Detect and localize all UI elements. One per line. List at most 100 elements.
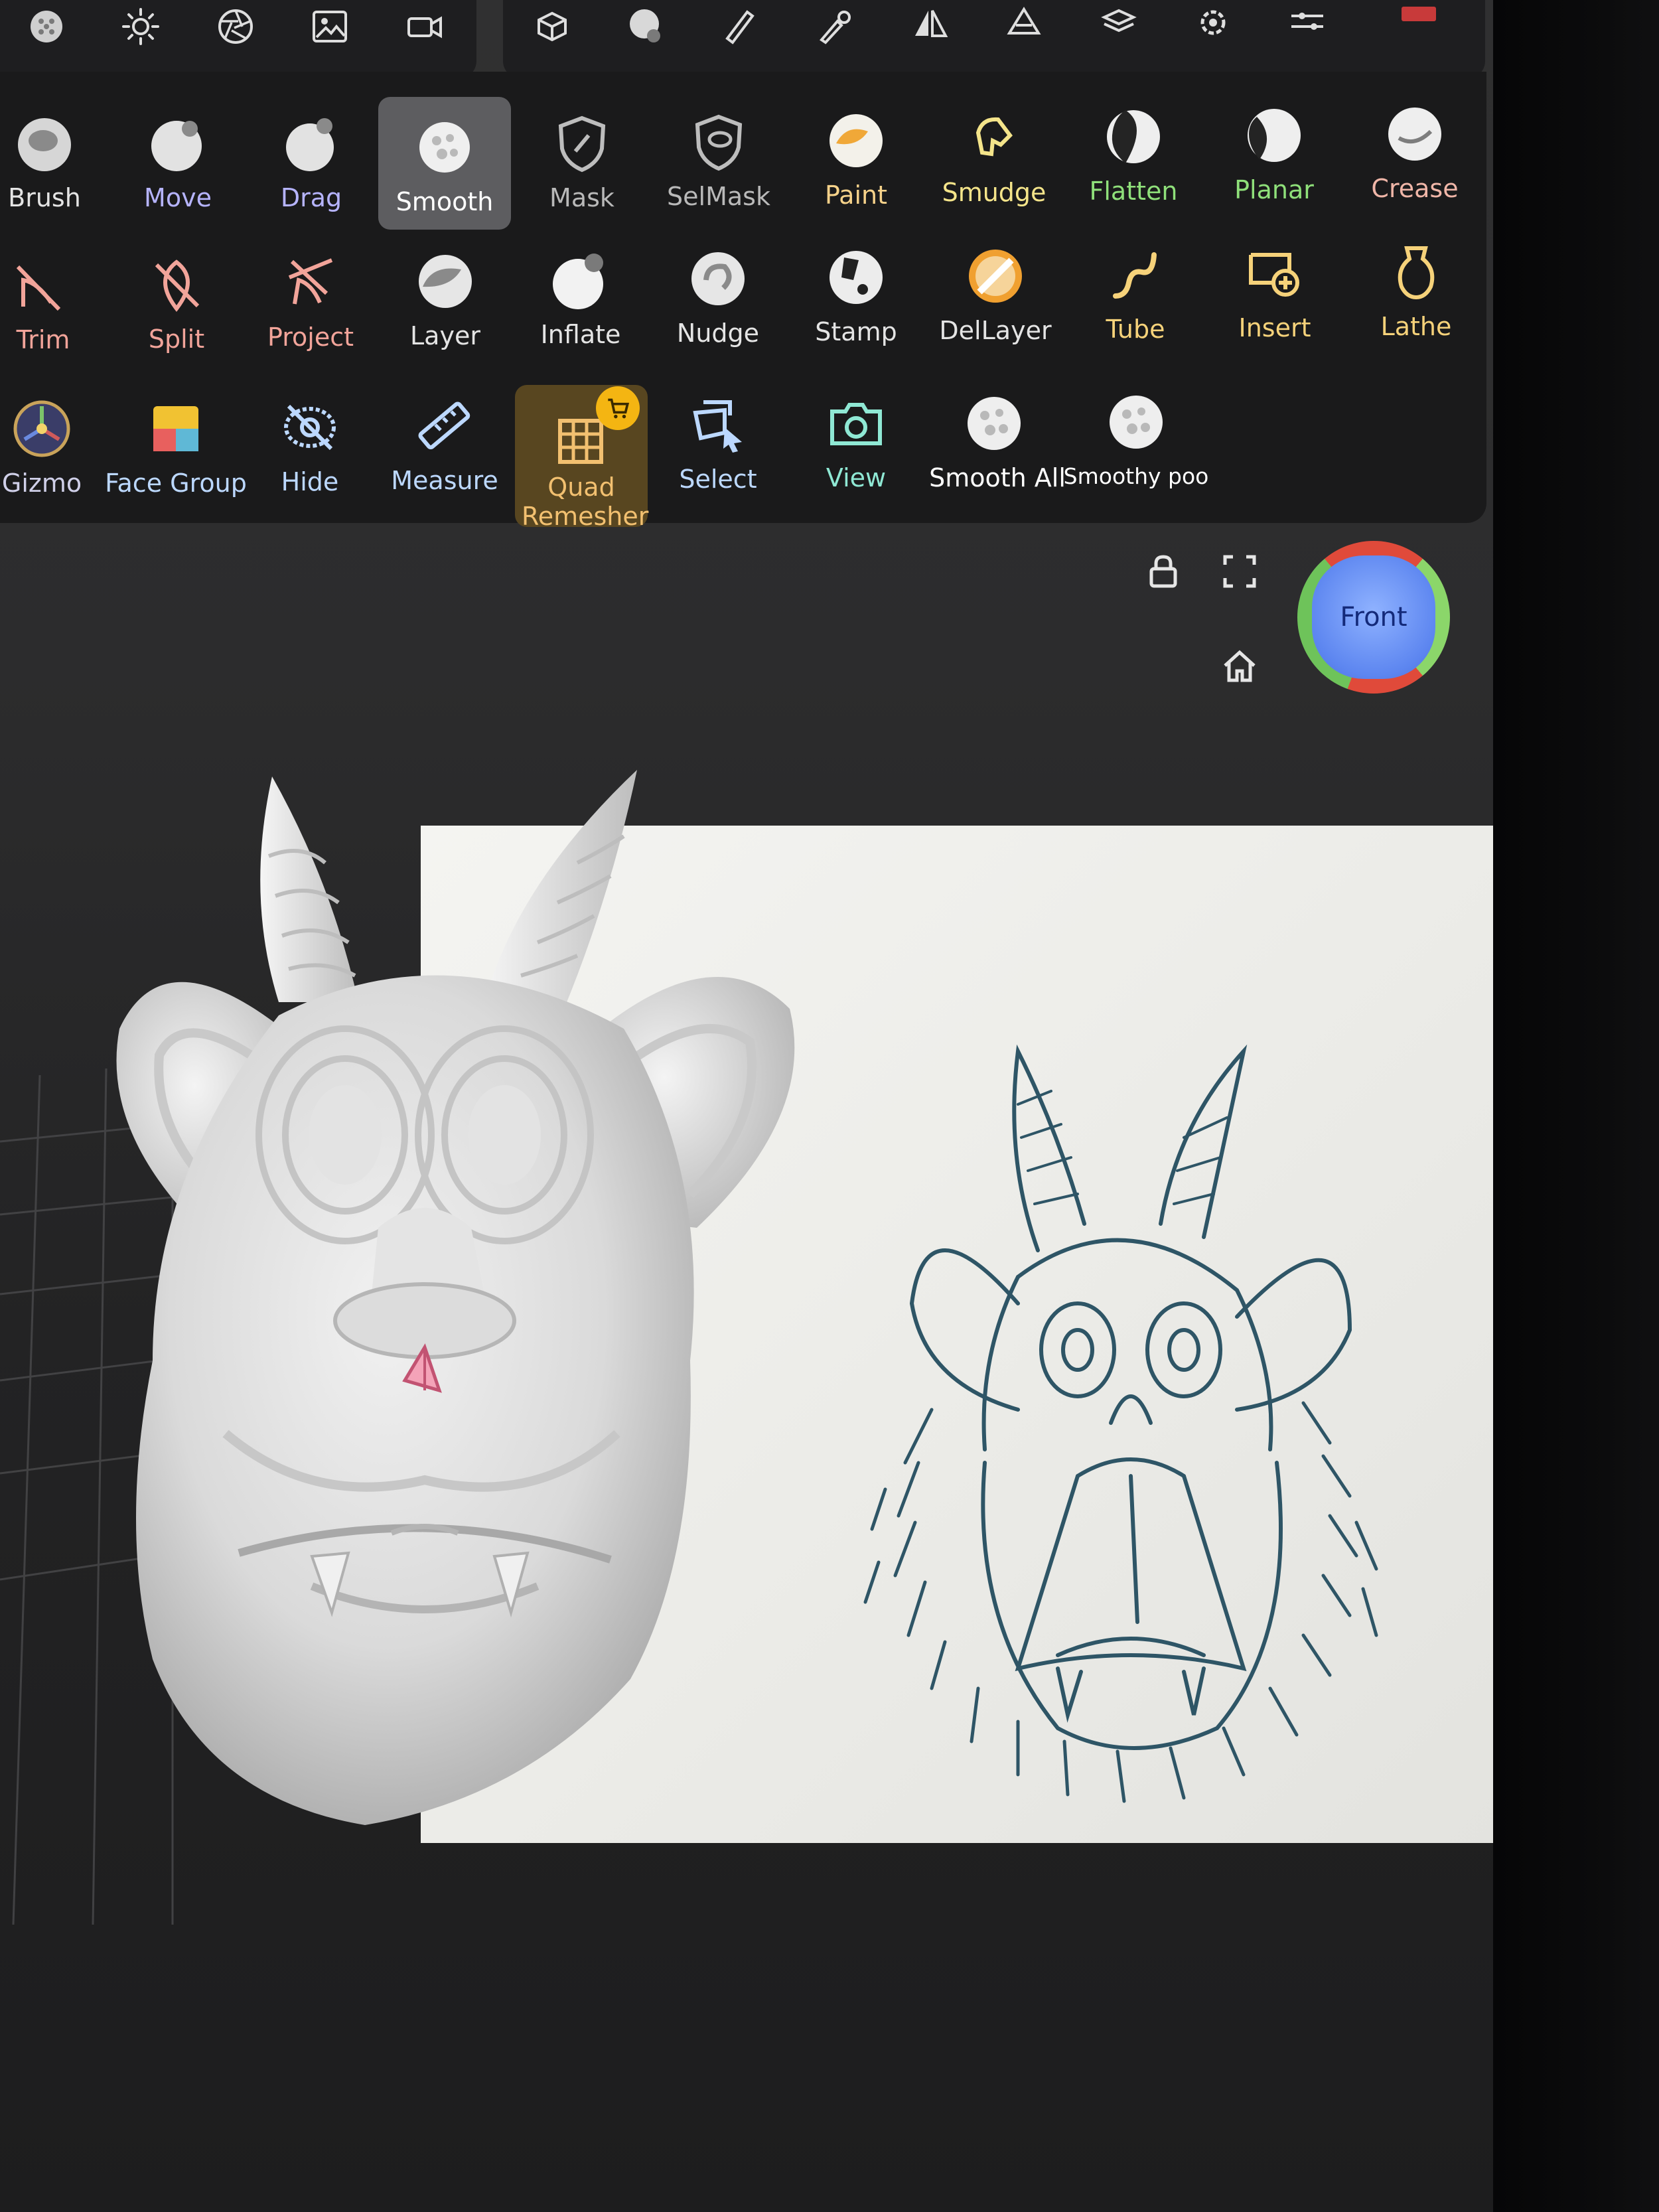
matcap-icon[interactable] (20, 0, 73, 53)
tool-layer[interactable]: Layer (379, 231, 512, 364)
drag-icon (279, 111, 343, 175)
tool-quad-remesher[interactable]: Quad Remesher (515, 385, 648, 531)
background-image-icon[interactable] (303, 0, 356, 53)
tool-label: Hide (281, 467, 339, 496)
tool-label: DelLayer (939, 316, 1052, 345)
stroke-icon[interactable] (713, 0, 766, 53)
trim-icon (11, 254, 75, 317)
tool-label: Quad Remesher (522, 473, 649, 531)
tool-label: Smudge (942, 178, 1046, 207)
top-toolbar-right (503, 0, 1485, 78)
tool-label: Lathe (1380, 312, 1452, 341)
hide-icon (278, 396, 342, 459)
lighting-icon[interactable] (114, 0, 167, 53)
tool-label: Nudge (676, 319, 760, 348)
tool-select[interactable]: Select (652, 374, 784, 507)
measure-icon (413, 394, 476, 458)
tool-palette: Brush Move Drag Smooth Mask SelMask Pain… (0, 72, 1486, 531)
tool-measure[interactable]: Measure (378, 376, 511, 508)
tool-project[interactable]: Project (244, 232, 377, 365)
tool-label: Tube (1106, 315, 1165, 344)
tool-label: Inflate (540, 320, 621, 349)
tool-dellayer[interactable]: DelLayer (929, 226, 1062, 358)
tool-smooth-all[interactable]: Smooth All (928, 373, 1066, 506)
insert-icon (1243, 242, 1307, 305)
tool-drag[interactable]: Drag (245, 93, 378, 226)
tool-label: Trim (16, 325, 70, 354)
tool-inflate[interactable]: Inflate (514, 230, 647, 362)
tool-hide[interactable]: Hide (244, 377, 376, 510)
tool-smudge[interactable]: Smudge (928, 88, 1060, 220)
tool-smooth[interactable]: Smooth (378, 97, 511, 230)
view-navigation-cube[interactable]: Front (1297, 541, 1450, 694)
brush-settings-icon[interactable] (619, 0, 672, 53)
layer-icon (413, 250, 477, 313)
flatten-icon (1102, 105, 1165, 169)
tool-label: Smoothy poo (1063, 463, 1209, 489)
primitives-icon[interactable] (526, 0, 579, 53)
aperture-icon[interactable] (209, 0, 262, 53)
tool-label: SelMask (667, 182, 770, 211)
tool-mask[interactable]: Mask (516, 93, 648, 226)
tool-brush[interactable]: Brush (0, 93, 111, 226)
tool-planar[interactable]: Planar (1208, 85, 1340, 218)
camera-icon (824, 392, 888, 455)
tool-move[interactable]: Move (111, 93, 244, 226)
top-toolbar-left (0, 0, 476, 78)
app-screen: Brush Move Drag Smooth Mask SelMask Pain… (0, 0, 1493, 2212)
symmetry-icon[interactable] (903, 0, 956, 53)
tool-insert[interactable]: Insert (1208, 223, 1341, 356)
picker-icon[interactable] (808, 0, 861, 53)
move-icon (146, 111, 210, 175)
sliders-icon[interactable] (1281, 0, 1334, 53)
smooth-all-icon (962, 392, 1026, 455)
home-icon[interactable] (1216, 642, 1263, 689)
select-icon (686, 393, 750, 457)
inflate-icon (549, 248, 613, 312)
planar-icon (1242, 104, 1306, 167)
tool-label: Project (267, 323, 354, 352)
project-icon (279, 251, 342, 315)
tool-lathe[interactable]: Lathe (1350, 222, 1482, 354)
brush-icon (13, 111, 76, 175)
tool-label: Drag (280, 183, 342, 212)
tool-trim[interactable]: Trim (0, 235, 109, 368)
device-bezel (1493, 0, 1659, 2212)
tool-split[interactable]: Split (110, 234, 243, 367)
tool-label: Move (144, 183, 212, 212)
face-group-icon (144, 397, 208, 461)
tool-flatten[interactable]: Flatten (1067, 86, 1200, 219)
lock-icon[interactable] (1140, 548, 1187, 595)
layers-icon[interactable] (1092, 0, 1145, 53)
video-camera-icon[interactable] (398, 0, 451, 53)
nudge-icon (686, 247, 750, 311)
tool-paint[interactable]: Paint (790, 90, 922, 223)
tool-label: View (826, 463, 887, 492)
paint-icon (824, 109, 888, 173)
tool-nudge[interactable]: Nudge (652, 228, 784, 361)
lathe-icon (1384, 240, 1448, 304)
tool-label: Brush (8, 183, 81, 212)
tool-tube[interactable]: Tube (1069, 224, 1202, 357)
navcube-label: Front (1340, 602, 1407, 632)
tool-stamp[interactable]: Stamp (790, 227, 922, 360)
tool-face-group[interactable]: Face Group (105, 378, 247, 511)
smooth-icon (413, 115, 476, 179)
fullscreen-icon[interactable] (1216, 548, 1263, 595)
topology-icon[interactable] (997, 0, 1050, 53)
tool-label: Stamp (815, 317, 897, 346)
tool-selmask[interactable]: SelMask (652, 92, 785, 224)
cart-badge-icon (596, 386, 640, 430)
tool-crease[interactable]: Crease (1348, 84, 1481, 216)
tool-gizmo[interactable]: Gizmo (0, 378, 108, 511)
tool-smoothy-poo[interactable]: Smoothy poo (1064, 372, 1208, 504)
menu-icon[interactable] (1392, 0, 1445, 53)
tool-label: Split (148, 325, 205, 354)
settings-gear-icon[interactable] (1187, 0, 1240, 53)
navcube-front-face[interactable]: Front (1312, 555, 1435, 679)
stamp-icon (824, 246, 888, 309)
selmask-icon (687, 110, 751, 174)
tool-view[interactable]: View (790, 373, 922, 506)
tool-label: Insert (1238, 313, 1311, 342)
sculpted-model[interactable] (113, 763, 816, 1838)
